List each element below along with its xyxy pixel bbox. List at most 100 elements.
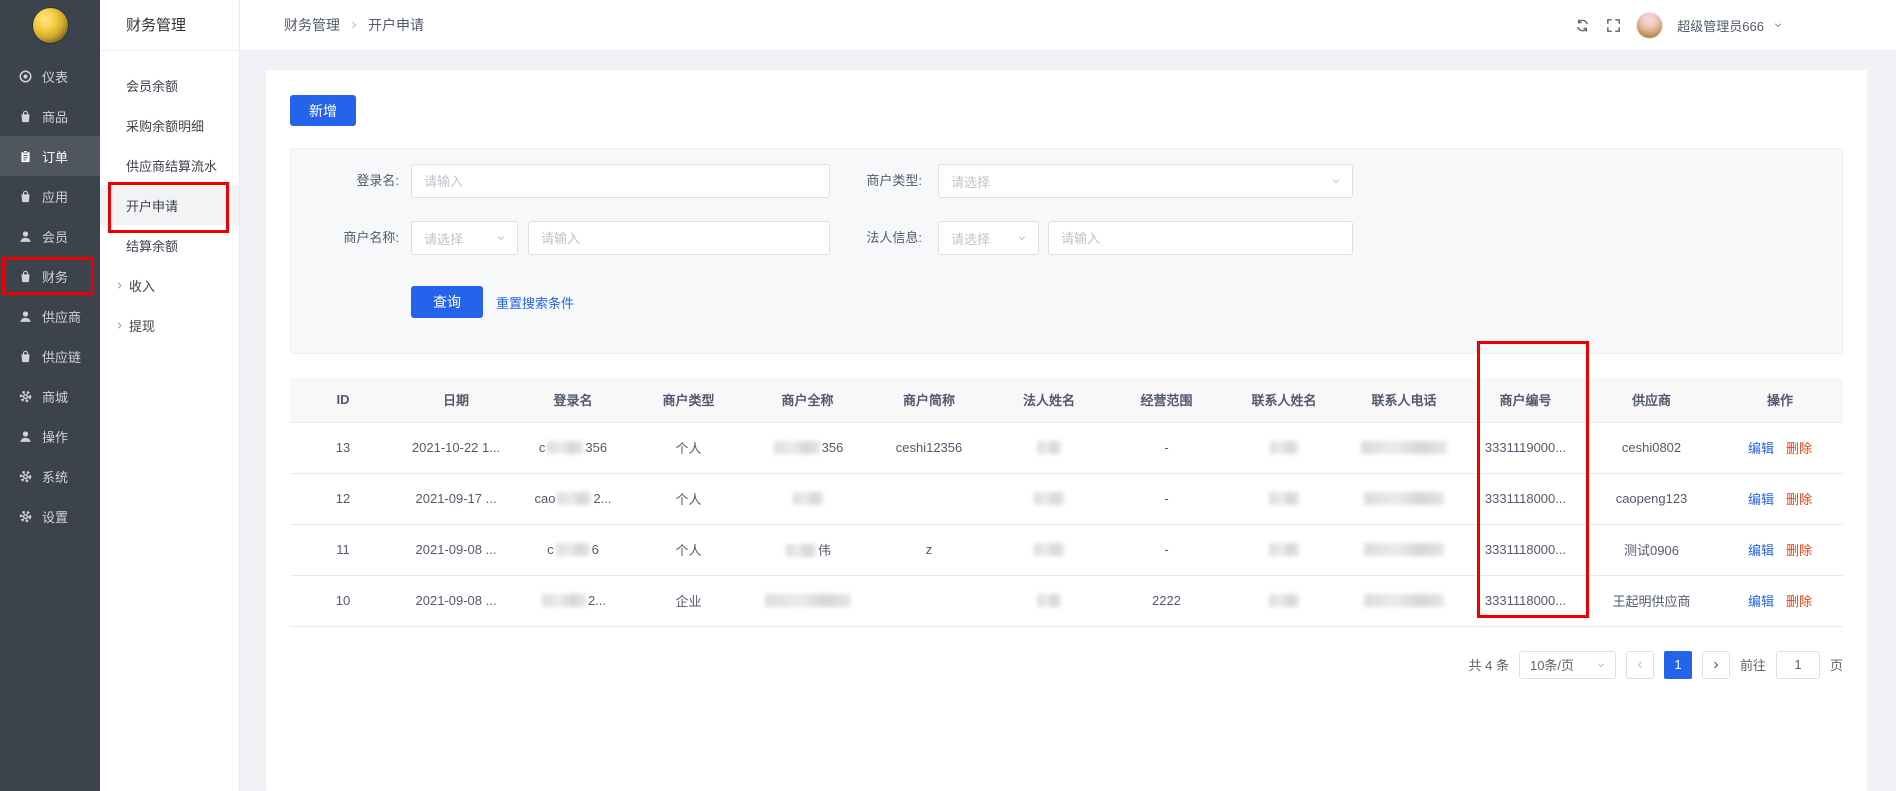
table-cell (1225, 422, 1343, 473)
chevron-down-icon (1016, 232, 1028, 244)
delete-link[interactable]: 删除 (1786, 441, 1812, 456)
bag-icon (18, 349, 33, 364)
total-count-label: 共 4 条 (1469, 655, 1509, 674)
chevron-down-icon (495, 232, 507, 244)
table-cell: 2021-09-08 ... (396, 575, 516, 626)
primary-sidebar: 仪表商品订单应用会员财务供应商供应链商城操作系统设置 (0, 0, 100, 791)
column-header-经营范围: 经营范围 (1108, 378, 1225, 422)
sidebar-item-商城[interactable]: 商城 (0, 376, 100, 416)
legal-info-input[interactable] (1048, 221, 1353, 255)
delete-link[interactable]: 删除 (1786, 543, 1812, 558)
table-cell: 个人 (630, 473, 747, 524)
redacted-text (1364, 543, 1444, 556)
refresh-icon[interactable] (1574, 17, 1591, 34)
next-page-button[interactable] (1702, 651, 1730, 679)
redacted-text (1364, 492, 1444, 505)
merchant-name-select[interactable]: 请选择 (411, 221, 518, 255)
table-cell (1225, 473, 1343, 524)
table-cell: 个人 (630, 422, 747, 473)
sidebar-item-财务[interactable]: 财务 (0, 256, 100, 296)
goto-page-input[interactable] (1776, 651, 1820, 679)
column-header-商户简称: 商户简称 (868, 378, 990, 422)
applications-table: ID日期登录名商户类型商户全称商户简称法人姓名经营范围联系人姓名联系人电话商户编… (290, 378, 1843, 627)
sidebar-item-应用[interactable]: 应用 (0, 176, 100, 216)
add-button[interactable]: 新增 (290, 95, 356, 126)
sidebar-item-供应链[interactable]: 供应链 (0, 336, 100, 376)
sidebar-item-label: 供应商 (42, 307, 81, 326)
sidebar-item-订单[interactable]: 订单 (0, 136, 100, 176)
table-cell: 13 (290, 422, 396, 473)
bag-icon (18, 269, 33, 284)
sidebar-item-仪表[interactable]: 仪表 (0, 56, 100, 96)
merchant-type-select[interactable]: 请选择 (938, 164, 1353, 198)
sidebar-item-label: 商品 (42, 107, 68, 126)
cell-text: - (1164, 440, 1168, 455)
search-button[interactable]: 查询 (411, 286, 483, 318)
submenu-item-开户申请[interactable]: 开户申请 (100, 185, 239, 225)
chevron-down-icon[interactable] (1772, 19, 1784, 31)
page-number-1[interactable]: 1 (1664, 651, 1692, 679)
user-avatar[interactable] (1636, 12, 1663, 39)
table-cell (868, 575, 990, 626)
delete-link[interactable]: 删除 (1786, 594, 1812, 609)
edit-link[interactable]: 编辑 (1748, 441, 1774, 456)
table-cell: 王起明供应商 (1586, 575, 1717, 626)
table-cell (1343, 575, 1465, 626)
redacted-text (547, 441, 583, 454)
column-header-登录名: 登录名 (516, 378, 630, 422)
sidebar-item-商品[interactable]: 商品 (0, 96, 100, 136)
submenu-item-会员余额[interactable]: 会员余额 (100, 65, 239, 105)
submenu-item-结算余额[interactable]: 结算余额 (100, 225, 239, 265)
logo-container (0, 0, 100, 46)
delete-link[interactable]: 删除 (1786, 492, 1812, 507)
prev-page-button[interactable] (1626, 651, 1654, 679)
sidebar-item-操作[interactable]: 操作 (0, 416, 100, 456)
cell-text: ceshi12356 (896, 440, 963, 455)
submenu-item-采购余额明细[interactable]: 采购余额明细 (100, 105, 239, 145)
fullscreen-icon[interactable] (1605, 17, 1622, 34)
edit-link[interactable]: 编辑 (1748, 543, 1774, 558)
submenu-item-收入[interactable]: 收入 (100, 265, 239, 305)
table-cell: 编辑删除 (1717, 422, 1843, 473)
edit-link[interactable]: 编辑 (1748, 492, 1774, 507)
user-name[interactable]: 超级管理员666 (1677, 16, 1764, 35)
table-cell (990, 422, 1108, 473)
filter-actions: 查询 重置搜索条件 (411, 286, 1842, 318)
chevron-right-icon (348, 19, 360, 31)
redacted-text (774, 441, 820, 454)
filter-row-1: 登录名: 商户类型: 请选择 (291, 164, 1842, 198)
app-logo[interactable] (32, 7, 69, 44)
table-cell (1343, 473, 1465, 524)
breadcrumb-item-finance[interactable]: 财务管理 (284, 15, 340, 35)
sidebar-item-label: 设置 (42, 507, 68, 526)
sidebar-item-label: 会员 (42, 227, 68, 246)
submenu-item-label: 结算余额 (126, 236, 178, 255)
submenu-item-供应商结算流水[interactable]: 供应商结算流水 (100, 145, 239, 185)
table-cell: 2021-09-08 ... (396, 524, 516, 575)
redacted-text (1037, 594, 1061, 607)
table-cell: 11 (290, 524, 396, 575)
pagination: 共 4 条 10条/页 1 前往 (290, 651, 1843, 679)
page-size-select[interactable]: 10条/页 (1519, 651, 1616, 679)
reset-search-link[interactable]: 重置搜索条件 (496, 293, 574, 312)
table-cell: 编辑删除 (1717, 473, 1843, 524)
legal-info-select[interactable]: 请选择 (938, 221, 1039, 255)
cell-text: 个人 (675, 543, 701, 558)
sidebar-item-会员[interactable]: 会员 (0, 216, 100, 256)
redacted-text (1269, 543, 1299, 556)
breadcrumb: 财务管理 开户申请 (284, 15, 424, 35)
submenu-item-提现[interactable]: 提现 (100, 305, 239, 345)
sidebar-item-设置[interactable]: 设置 (0, 496, 100, 536)
filter-row-2: 商户名称: 请选择 法人信息: 请选择 (291, 221, 1842, 255)
table-cell: caopeng123 (1586, 473, 1717, 524)
sidebar-item-供应商[interactable]: 供应商 (0, 296, 100, 336)
sidebar-item-系统[interactable]: 系统 (0, 456, 100, 496)
edit-link[interactable]: 编辑 (1748, 594, 1774, 609)
sidebar-item-label: 操作 (42, 427, 68, 446)
redacted-text (1364, 594, 1444, 607)
cell-text: 3331118000... (1485, 491, 1566, 506)
app-root: 仪表商品订单应用会员财务供应商供应链商城操作系统设置 财务管理 会员余额采购余额… (0, 0, 1896, 791)
login-input[interactable] (411, 164, 830, 198)
merchant-name-input[interactable] (528, 221, 830, 255)
table-header-row: ID日期登录名商户类型商户全称商户简称法人姓名经营范围联系人姓名联系人电话商户编… (290, 378, 1843, 422)
